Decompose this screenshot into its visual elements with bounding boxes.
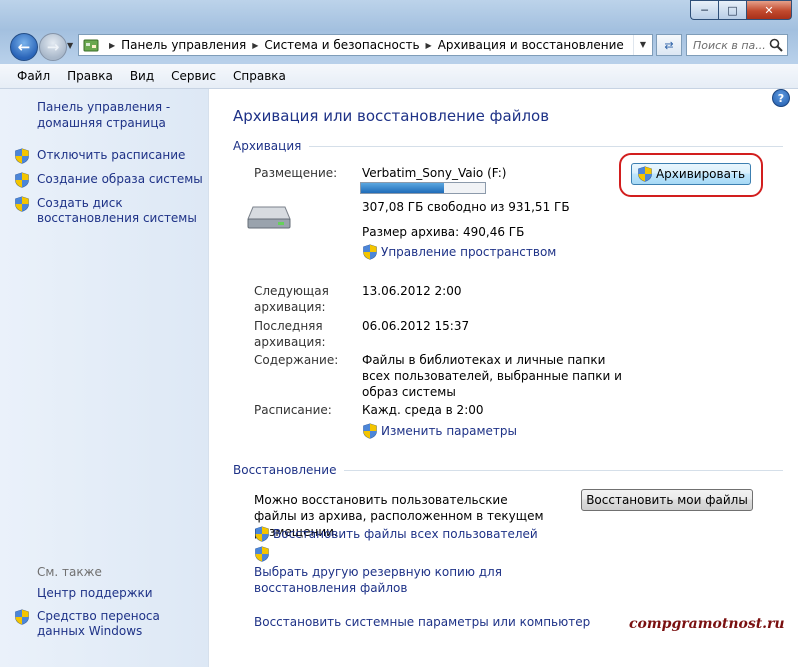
task-label: Создание образа системы [37,172,203,186]
location-label: Размещение: [254,166,338,180]
create-system-image-link[interactable]: Создание образа системы [14,172,205,188]
create-repair-disc-link[interactable]: Создать диск восстановления системы [14,196,205,226]
section-title: Восстановление [233,463,337,477]
search-input[interactable]: Поиск в па... [687,39,769,52]
next-backup-value: 13.06.2012 2:00 [362,284,462,298]
section-title: Архивация [233,139,302,153]
breadcrumb-system-security[interactable]: Система и безопасность [264,38,419,52]
next-backup-label: Следующая архивация: [254,284,329,314]
last-backup-value: 06.06.2012 15:37 [362,319,470,333]
navigation-bar: ← → ▼ ▶ Панель управления ▶ Система и бе… [0,33,798,61]
address-dropdown[interactable]: ▼ [633,35,652,55]
menu-edit[interactable]: Правка [58,69,121,83]
divider [309,145,783,147]
menu-tools[interactable]: Сервис [162,69,224,83]
forward-arrow-icon: → [46,38,60,56]
backup-now-button[interactable]: Архивировать [631,163,751,185]
menu-bar: Файл Правка Вид Сервис Справка [0,64,798,89]
action-center-link[interactable]: Центр поддержки [37,586,153,600]
link-text: Управление пространством [381,245,557,259]
help-button[interactable]: ? [772,89,790,107]
change-settings-link[interactable]: Изменить параметры [362,423,517,439]
uac-shield-icon [14,172,30,188]
recent-pages-dropdown[interactable]: ▼ [67,41,73,50]
location-value: Verbatim_Sony_Vaio (F:) [362,166,507,180]
restore-section-header: Восстановление [233,463,783,477]
button-label: Архивировать [655,167,746,181]
recover-system-link[interactable]: Восстановить системные параметры или ком… [254,614,590,630]
forward-button[interactable]: → [39,33,67,61]
refresh-button[interactable]: ⇄ [656,34,682,56]
see-also-header: См. также [37,565,102,579]
uac-shield-icon [362,423,378,439]
maximize-button[interactable]: □ [718,0,746,20]
archive-size-text: Размер архива: 490,46 ГБ [362,225,525,239]
menu-help[interactable]: Справка [224,69,294,83]
close-button[interactable]: ✕ [746,0,792,20]
main-content: ? Архивация или восстановление файлов Ар… [209,89,798,667]
manage-space-link[interactable]: Управление пространством [362,244,556,260]
link-text: Восстановить файлы всех пользователей [273,527,538,541]
hard-drive-icon [247,206,291,229]
breadcrumb-backup-restore[interactable]: Архивация и восстановление [438,38,624,52]
address-bar[interactable]: ▶ Панель управления ▶ Система и безопасн… [78,34,653,56]
back-button[interactable]: ← [10,33,38,61]
button-label: Восстановить мои файлы [586,493,748,507]
search-box[interactable]: Поиск в па... [686,34,788,56]
disk-usage-bar [360,182,486,194]
caption-buttons: ─ □ ✕ [690,0,792,20]
uac-shield-icon [14,148,30,164]
task-label: Отключить расписание [37,148,186,162]
uac-shield-icon [254,546,270,562]
menu-file[interactable]: Файл [0,69,58,83]
search-icon [769,38,783,52]
control-panel-icon [83,39,99,52]
disable-schedule-link[interactable]: Отключить расписание [14,148,205,164]
menu-view[interactable]: Вид [121,69,162,83]
watermark: compgramotnost.ru [629,616,785,632]
disk-usage-fill [361,183,445,193]
minimize-button[interactable]: ─ [690,0,718,20]
breadcrumb-separator[interactable]: ▶ [252,41,258,50]
restore-all-users-link[interactable]: Восстановить файлы всех пользователей [254,526,538,542]
free-space-text: 307,08 ГБ свободно из 931,51 ГБ [362,200,570,214]
schedule-label: Расписание: [254,403,332,417]
breadcrumb-control-panel[interactable]: Панель управления [121,38,246,52]
left-pane: Панель управления - домашняя страница От… [0,89,209,667]
breadcrumb-separator[interactable]: ▶ [426,41,432,50]
uac-shield-icon [362,244,378,260]
window: ─ □ ✕ ← → ▼ ▶ Панель управления ▶ Систем… [0,0,798,667]
backup-section-header: Архивация [233,139,783,153]
schedule-value: Кажд. среда в 2:00 [362,403,484,417]
uac-shield-icon [14,196,30,212]
uac-shield-icon [637,166,653,182]
restore-my-files-button[interactable]: Восстановить мои файлы [581,489,753,511]
contents-value: Файлы в библиотеках и личные папки всех … [362,353,622,399]
easy-transfer-link[interactable]: Средство переноса данных Windows [14,609,205,639]
task-label: Средство переноса данных Windows [37,609,160,638]
breadcrumb-separator: ▶ [109,40,116,50]
task-label: Создать диск восстановления системы [37,196,197,225]
last-backup-label: Последняя архивация: [254,319,326,349]
uac-shield-icon [254,526,270,542]
select-other-backup-link[interactable]: Выбрать другую резервную копию для восст… [254,564,584,596]
back-arrow-icon: ← [17,38,31,56]
refresh-icon: ⇄ [664,38,674,52]
control-panel-home-link[interactable]: Панель управления - домашняя страница [37,99,197,131]
page-title: Архивация или восстановление файлов [233,107,550,125]
link-text: Изменить параметры [381,424,518,438]
help-icon: ? [777,91,785,105]
divider [344,469,783,471]
contents-label: Содержание: [254,353,339,367]
uac-shield-icon [14,609,30,625]
